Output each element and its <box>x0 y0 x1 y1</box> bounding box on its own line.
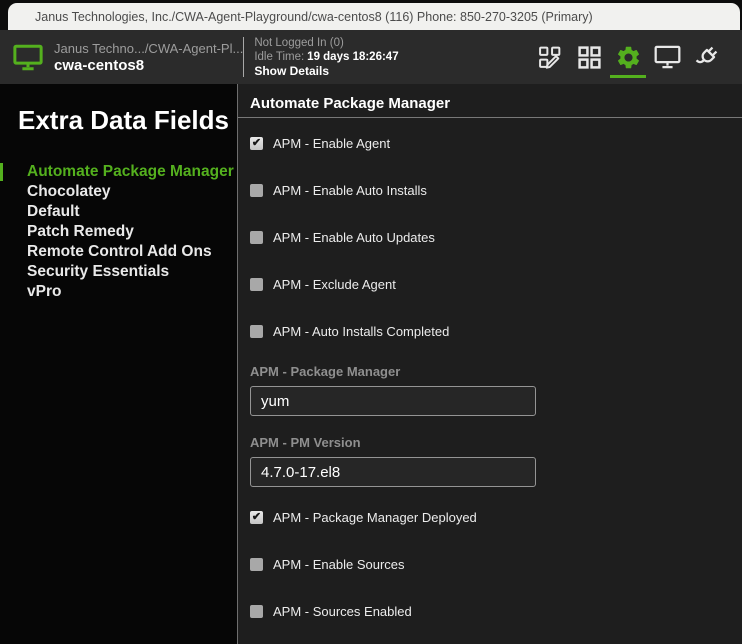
agent-summary: Janus Techno.../CWA-Agent-Pl... cwa-cent… <box>0 30 243 84</box>
edit-data-icon[interactable] <box>534 33 566 81</box>
checkbox-row-enable-sources: APM - Enable Sources <box>250 557 742 571</box>
enable-agent-checkbox[interactable] <box>250 137 263 150</box>
checkbox-row-enable-agent: APM - Enable Agent <box>250 136 742 150</box>
checkbox-label: APM - Sources Enabled <box>273 604 412 619</box>
checkbox-row-exclude-agent: APM - Exclude Agent <box>250 277 742 291</box>
window-titlebar: Janus Technologies, Inc./CWA-Agent-Playg… <box>0 0 742 30</box>
breadcrumb: Janus Techno.../CWA-Agent-Pl... <box>54 41 243 56</box>
idle-time-label: Idle Time: <box>254 51 304 63</box>
field-pm-version: APM - PM Version <box>250 436 742 487</box>
sources-enabled-checkbox[interactable] <box>250 605 263 618</box>
enable-auto-installs-checkbox[interactable] <box>250 184 263 197</box>
field-label: APM - Package Manager <box>250 365 742 379</box>
checkbox-label: APM - Package Manager Deployed <box>273 510 477 525</box>
idle-time-row: Idle Time:19 days 18:26:47 <box>254 50 534 64</box>
enable-sources-checkbox[interactable] <box>250 558 263 571</box>
package-manager-input[interactable] <box>250 386 536 416</box>
apps-grid-icon[interactable] <box>573 33 605 81</box>
active-indicator-bar <box>0 163 3 181</box>
package-manager-deployed-checkbox[interactable] <box>250 511 263 524</box>
computer-name: cwa-centos8 <box>54 57 243 74</box>
idle-time-value: 19 days 18:26:47 <box>307 51 398 63</box>
window-tab[interactable]: Janus Technologies, Inc./CWA-Agent-Playg… <box>8 3 740 30</box>
sidebar-item-automate-package-manager[interactable]: Automate Package Manager <box>0 162 237 182</box>
computer-icon <box>13 44 43 71</box>
checkbox-row-package-manager-deployed: APM - Package Manager Deployed <box>250 510 742 524</box>
login-status: Not Logged In (0) <box>254 36 534 50</box>
settings-gear-icon[interactable] <box>612 33 644 81</box>
enable-auto-updates-checkbox[interactable] <box>250 231 263 244</box>
checkbox-row-enable-auto-installs: APM - Enable Auto Installs <box>250 183 742 197</box>
checkbox-label: APM - Auto Installs Completed <box>273 324 449 339</box>
window-title: Janus Technologies, Inc./CWA-Agent-Playg… <box>35 10 593 24</box>
sidebar-item-label: Chocolatey <box>27 183 111 200</box>
sidebar-item-label: Default <box>27 203 80 220</box>
status-block: Not Logged In (0) Idle Time:19 days 18:2… <box>244 30 534 84</box>
sidebar-item-remote-control-add-ons[interactable]: Remote Control Add Ons <box>0 242 237 262</box>
checkbox-row-auto-installs-completed: APM - Auto Installs Completed <box>250 324 742 338</box>
checkbox-row-sources-enabled: APM - Sources Enabled <box>250 604 742 618</box>
sidebar-item-default[interactable]: Default <box>0 202 237 222</box>
page-title: Extra Data Fields <box>18 105 237 136</box>
pm-version-input[interactable] <box>250 457 536 487</box>
sidebar-item-label: Patch Remedy <box>27 223 134 240</box>
field-label: APM - PM Version <box>250 436 742 450</box>
checkbox-label: APM - Enable Agent <box>273 136 390 151</box>
checkbox-label: APM - Exclude Agent <box>273 277 396 292</box>
sidebar-item-chocolatey[interactable]: Chocolatey <box>0 182 237 202</box>
checkbox-row-enable-auto-updates: APM - Enable Auto Updates <box>250 230 742 244</box>
auto-installs-completed-checkbox[interactable] <box>250 325 263 338</box>
header-toolbar <box>534 30 742 84</box>
app-header: Janus Techno.../CWA-Agent-Pl... cwa-cent… <box>0 30 742 84</box>
sidebar-item-label: Security Essentials <box>27 263 169 280</box>
sidebar-item-vpro[interactable]: vPro <box>0 282 237 302</box>
automate-agent-window: Janus Technologies, Inc./CWA-Agent-Playg… <box>0 0 742 644</box>
sidebar-item-security-essentials[interactable]: Security Essentials <box>0 262 237 282</box>
checkbox-label: APM - Enable Sources <box>273 557 405 572</box>
checkbox-label: APM - Enable Auto Installs <box>273 183 427 198</box>
window-body: Extra Data Fields Automate Package Manag… <box>0 84 742 644</box>
monitor-icon[interactable] <box>651 33 683 81</box>
sidebar-item-patch-remedy[interactable]: Patch Remedy <box>0 222 237 242</box>
sidebar-item-label: Automate Package Manager <box>27 163 234 180</box>
sidebar-item-label: vPro <box>27 283 61 300</box>
agent-names: Janus Techno.../CWA-Agent-Pl... cwa-cent… <box>54 41 243 74</box>
section-title: Automate Package Manager <box>238 84 742 118</box>
exclude-agent-checkbox[interactable] <box>250 278 263 291</box>
sidebar-item-label: Remote Control Add Ons <box>27 243 212 260</box>
show-details-link[interactable]: Show Details <box>254 64 329 78</box>
field-package-manager: APM - Package Manager <box>250 365 742 416</box>
sidebar: Extra Data Fields Automate Package Manag… <box>0 84 237 644</box>
sidebar-nav: Automate Package Manager Chocolatey Defa… <box>0 162 237 302</box>
plug-icon[interactable] <box>690 33 722 81</box>
main-panel: Automate Package Manager APM - Enable Ag… <box>237 84 742 644</box>
checkbox-label: APM - Enable Auto Updates <box>273 230 435 245</box>
